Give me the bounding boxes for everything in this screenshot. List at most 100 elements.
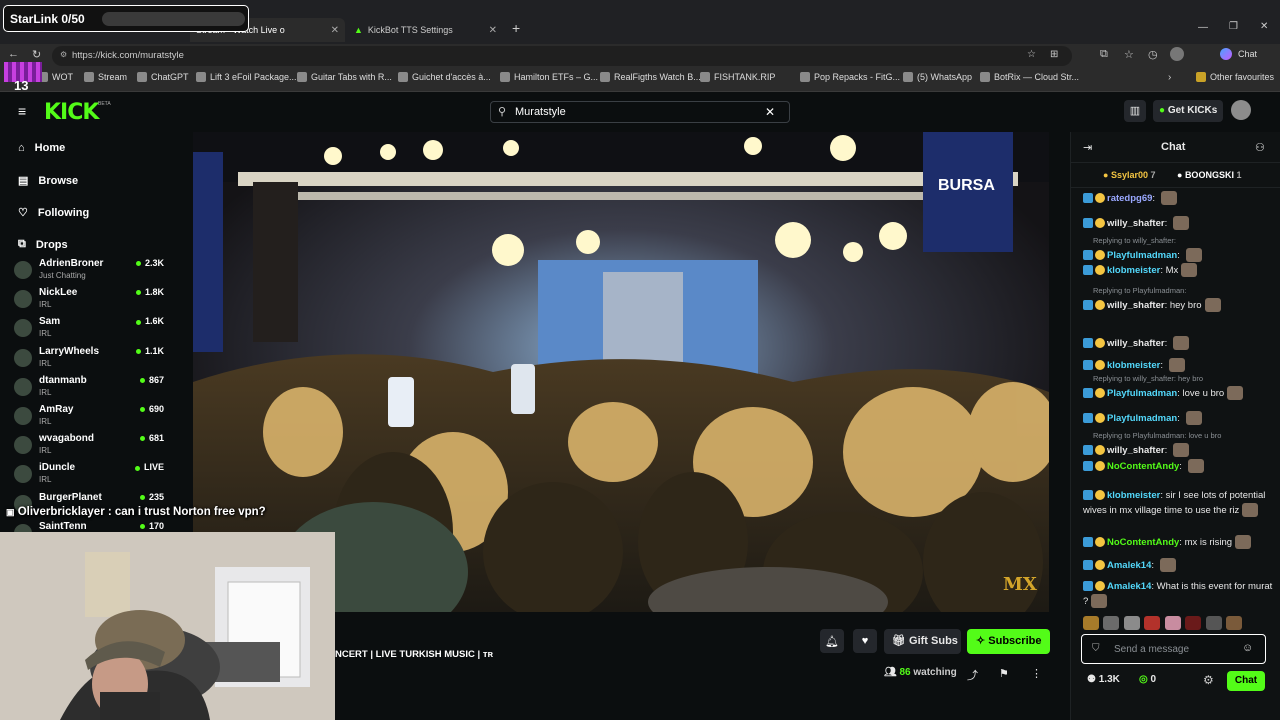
chat-username[interactable]: willy_shafter <box>1107 300 1165 311</box>
extensions-icon[interactable]: ⧉ <box>1100 48 1108 61</box>
chat-username[interactable]: Amalek14 <box>1107 560 1151 571</box>
chat-username[interactable]: Amalek14 <box>1107 581 1151 592</box>
emote-icon[interactable] <box>1103 615 1120 630</box>
chat-text: love u bro <box>1182 388 1225 399</box>
close-icon[interactable]: ✕ <box>331 25 339 36</box>
notification-bell-icon[interactable]: 🔔︎ <box>820 629 844 653</box>
sidebar-channel[interactable]: NickLee IRL 1.8K <box>14 287 164 315</box>
chat-message: willy_shafter: hey bro <box>1083 298 1273 313</box>
user-avatar[interactable] <box>1231 100 1251 120</box>
sidebar-item-following[interactable]: ♡ Following <box>18 206 89 220</box>
send-chat-button[interactable]: Chat <box>1227 671 1265 691</box>
chat-username[interactable]: NoContentAndy <box>1107 537 1179 548</box>
star-icon[interactable]: ☆ <box>1027 49 1036 60</box>
channel-avatar <box>14 261 32 279</box>
history-icon[interactable]: ◷ <box>1148 48 1158 61</box>
emoji-icon[interactable]: ☺ <box>1242 642 1253 654</box>
emote-quick-bar <box>1083 614 1269 630</box>
chat-username[interactable]: NoContentAndy <box>1107 461 1179 472</box>
clear-search-icon[interactable]: ✕ <box>765 105 775 119</box>
url-field[interactable]: ⚙ https://kick.com/muratstyle ☆ ⊞ <box>52 46 1072 66</box>
chat-username[interactable]: Playfulmadman <box>1107 250 1177 261</box>
reader-icon[interactable]: ⊞ <box>1050 49 1058 60</box>
share-icon[interactable]: ⤴ <box>967 667 978 683</box>
chat-username[interactable]: klobmeister <box>1107 490 1160 501</box>
chat-username[interactable]: willy_shafter <box>1107 218 1165 229</box>
sidebar-channel[interactable]: iDuncle IRL LIVE <box>14 462 164 490</box>
chat-username[interactable]: klobmeister <box>1107 265 1160 276</box>
gift-subs-button[interactable]: 🎁︎ Gift Subs <box>884 629 961 654</box>
bookmark-item[interactable]: WOT <box>38 72 73 82</box>
search-input[interactable]: ⚲ Muratstyle ✕ <box>490 101 790 123</box>
minimize-icon[interactable]: — <box>1198 22 1208 33</box>
favorites-icon[interactable]: ☆ <box>1124 48 1134 61</box>
sidebar-channel[interactable]: dtanmanb IRL 867 <box>14 375 164 403</box>
live-dot-icon <box>139 436 145 442</box>
chat-bubble-icon: ▣ <box>6 507 15 517</box>
bookmark-item[interactable]: Lift 3 eFoil Package... <box>196 72 297 82</box>
menu-icon[interactable]: ≡ <box>18 103 26 119</box>
starlink-progress-bar <box>102 12 245 26</box>
colon: : <box>1160 360 1166 371</box>
new-tab-button[interactable]: + <box>512 20 520 36</box>
bookmark-item[interactable]: BotRix — Cloud Str... <box>980 72 1079 82</box>
copilot-chat-label[interactable]: Chat <box>1238 49 1257 59</box>
sidebar-item-browse[interactable]: ▤ Browse <box>18 174 78 188</box>
bookmark-item[interactable]: Stream <box>84 72 127 82</box>
emote-icon[interactable] <box>1226 615 1243 630</box>
sidebar-channel[interactable]: LarryWheels IRL 1.1K <box>14 346 164 374</box>
chat-input[interactable]: ⛉ Send a message ☺ <box>1081 634 1266 664</box>
collapse-chat-icon[interactable]: ⇥ <box>1083 141 1092 154</box>
layout-icon[interactable]: ▥ <box>1124 100 1146 122</box>
subscribe-button[interactable]: ✧ Subscribe <box>967 629 1050 654</box>
bookmark-item[interactable]: Hamilton ETFs – G... <box>500 72 598 82</box>
back-icon[interactable]: ← <box>8 48 19 60</box>
bookmark-item[interactable]: Pop Repacks - FitG... <box>800 72 900 82</box>
settings-gear-icon[interactable]: ⚙ <box>1203 673 1214 687</box>
bookmark-item[interactable]: ChatGPT <box>137 72 189 82</box>
bookmark-item[interactable]: Guitar Tabs with R... <box>297 72 392 82</box>
emote-icon[interactable] <box>1185 615 1202 630</box>
emote-icon[interactable] <box>1123 615 1140 630</box>
get-kicks-button[interactable]: ● Get KICKs <box>1153 100 1223 122</box>
bookmark-item[interactable]: (5) WhatsApp <box>903 72 972 82</box>
close-window-icon[interactable]: ✕ <box>1260 21 1268 32</box>
chat-username[interactable]: Playfulmadman <box>1107 388 1177 399</box>
follow-heart-icon[interactable]: ♥ <box>853 629 877 653</box>
chat-username[interactable]: klobmeister <box>1107 360 1160 371</box>
emote-icon[interactable] <box>1205 615 1222 630</box>
chat-username[interactable]: willy_shafter <box>1107 445 1165 456</box>
refresh-icon[interactable]: ↻ <box>32 48 41 61</box>
chat-username[interactable]: Playfulmadman <box>1107 413 1177 424</box>
maximize-icon[interactable]: ❐ <box>1229 21 1238 32</box>
close-icon[interactable]: ✕ <box>489 25 497 36</box>
emote-icon <box>1181 263 1198 278</box>
bookmark-item[interactable]: FISHTANK.RIP <box>700 72 775 82</box>
other-favourites[interactable]: Other favourites <box>1196 72 1274 82</box>
chat-users-icon[interactable]: ⚇ <box>1255 141 1265 154</box>
emote-icon[interactable] <box>1164 615 1181 630</box>
sidebar-channel[interactable]: AmRay IRL 690 <box>14 404 164 432</box>
sidebar-channel[interactable]: wvagabond IRL 681 <box>14 433 164 461</box>
gifter-badge-icon <box>1095 388 1105 399</box>
chat-username[interactable]: willy_shafter <box>1107 338 1165 349</box>
kick-logo[interactable]: KICK <box>44 100 99 125</box>
site-info-icon[interactable]: ⚙ <box>60 50 67 59</box>
webcam-feed <box>0 532 335 720</box>
copilot-icon[interactable] <box>1220 48 1232 60</box>
emote-icon[interactable] <box>1144 615 1161 630</box>
profile-avatar[interactable] <box>1170 47 1184 61</box>
chat-username[interactable]: ratedpg69 <box>1107 193 1152 204</box>
bookmark-item[interactable]: RealFigths Watch B... <box>600 72 701 82</box>
emote-icon[interactable] <box>1083 615 1099 630</box>
gifter-badge-icon <box>1095 250 1105 261</box>
tab-kickbot[interactable]: ▲ KickBot TTS Settings ✕ <box>348 18 503 42</box>
sidebar-channel[interactable]: Sam IRL 1.6K <box>14 316 164 344</box>
sidebar-channel[interactable]: AdrienBroner Just Chatting 2.3K <box>14 258 164 286</box>
sidebar-item-drops[interactable]: ⧉ Drops <box>18 238 68 251</box>
sidebar-item-home[interactable]: ⌂ Home <box>18 142 65 154</box>
bookmark-item[interactable]: Guichet d'accès à... <box>398 72 491 82</box>
report-icon[interactable]: ⚑ <box>999 667 1009 680</box>
chevron-right-icon[interactable]: › <box>1168 72 1171 83</box>
more-options-icon[interactable]: ⋮ <box>1031 667 1042 680</box>
